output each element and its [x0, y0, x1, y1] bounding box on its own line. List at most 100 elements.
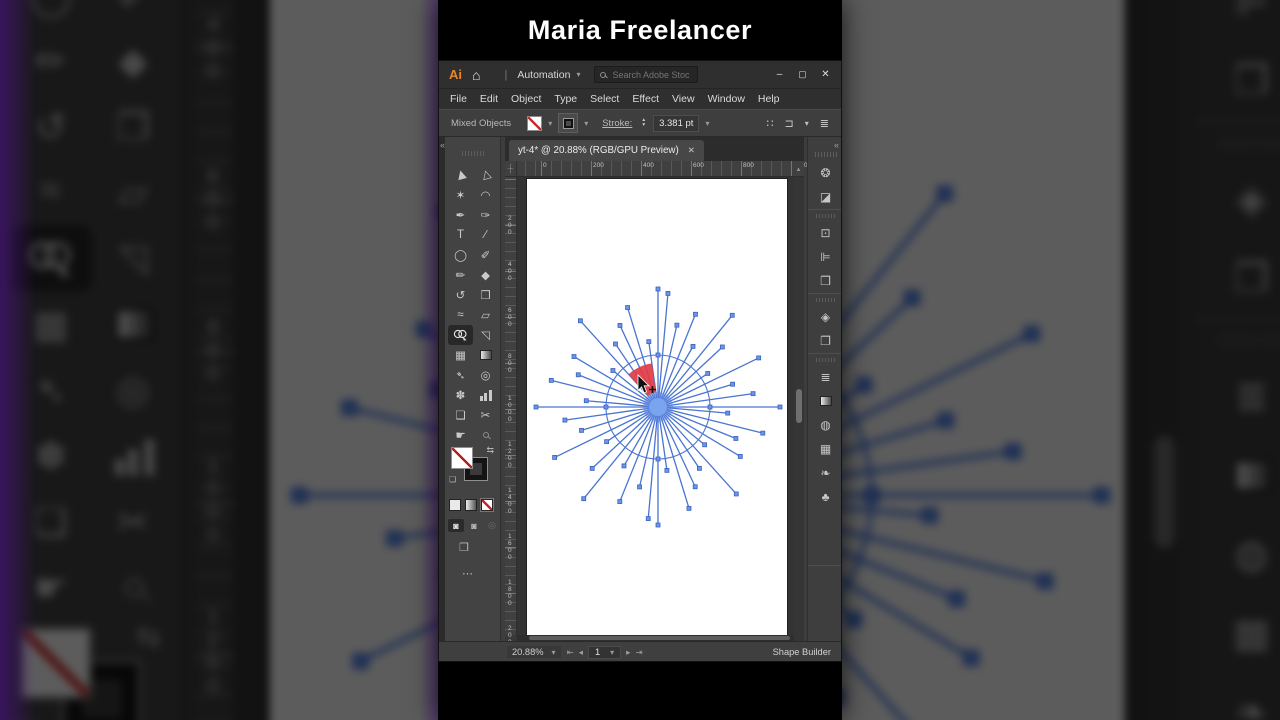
anchor-point[interactable] — [386, 530, 403, 547]
isolate-selection-icon[interactable]: ∷ — [767, 117, 774, 130]
paintbrush-tool[interactable]: ✐ — [92, 0, 174, 28]
menu-object[interactable]: Object — [511, 93, 541, 105]
color-guide-panel[interactable]: ◪ — [808, 185, 842, 209]
next-artboard-icon[interactable]: ▸ — [626, 647, 630, 658]
anchor-point[interactable] — [352, 653, 369, 670]
brushes-panel[interactable]: ❧ — [808, 461, 842, 485]
symbol-sprayer-tool[interactable]: ✽ — [448, 385, 473, 405]
anchor-point[interactable] — [725, 410, 731, 416]
ruler-origin-corner[interactable]: ┼ — [505, 161, 517, 177]
anchor-point[interactable] — [613, 341, 618, 347]
artboards-panel[interactable]: ❐ — [1192, 239, 1280, 318]
swap-fill-stroke-icon[interactable]: ⇆ — [486, 445, 494, 456]
anchor-point[interactable] — [571, 354, 577, 359]
pen-tool[interactable]: ✒ — [448, 205, 473, 225]
anchor-point[interactable] — [674, 322, 680, 328]
radial-burst-artwork[interactable] — [527, 179, 787, 635]
selection-tool[interactable]: ▶ — [448, 165, 473, 185]
stroke-value-chevron-icon[interactable]: ▾ — [705, 119, 709, 128]
stroke-panel[interactable]: ≣ — [1192, 357, 1280, 436]
artboards-panel[interactable]: ❐ — [808, 329, 842, 353]
anchor-point[interactable] — [856, 377, 873, 393]
transparency-panel[interactable]: ◍ — [1192, 515, 1280, 594]
anchor-point[interactable] — [936, 185, 953, 202]
width-tool[interactable]: ≈ — [10, 160, 92, 226]
perspective-grid-tool[interactable]: ◹ — [473, 325, 498, 345]
symbol-sprayer-tool[interactable]: ✽ — [10, 423, 92, 489]
anchor-point[interactable] — [621, 463, 627, 469]
anchor-point[interactable] — [416, 321, 433, 338]
anchor-point[interactable] — [291, 487, 308, 504]
pathfinder-panel[interactable]: ❒ — [808, 269, 842, 293]
shape-builder-tool[interactable] — [9, 225, 92, 292]
anchor-point[interactable] — [777, 404, 783, 410]
anchor-point[interactable] — [617, 499, 623, 504]
anchor-point[interactable] — [730, 381, 735, 387]
slice-tool[interactable]: ✂ — [92, 489, 174, 555]
step-down-icon[interactable]: ▾ — [642, 122, 645, 128]
hand-tool[interactable]: ☛ — [448, 425, 473, 445]
layers-panel[interactable]: ◈ — [1192, 160, 1280, 239]
anchor-point[interactable] — [948, 590, 965, 607]
zoom-tool[interactable] — [92, 555, 174, 621]
type-tool[interactable]: T — [448, 225, 473, 245]
anchor-point[interactable] — [690, 343, 696, 349]
anchor-point[interactable] — [1023, 325, 1040, 342]
mesh-tool[interactable]: ▦ — [10, 291, 92, 357]
dock-grip-handle[interactable] — [814, 152, 837, 157]
stroke-stepper[interactable]: ▴ ▾ — [642, 117, 645, 128]
anchor-point[interactable] — [1037, 573, 1054, 590]
minimize-button[interactable]: – — [770, 67, 789, 83]
anchor-point[interactable] — [904, 289, 921, 306]
shaper-tool[interactable]: ✏ — [448, 265, 473, 285]
control-panel-menu-icon[interactable]: ≣ — [820, 117, 829, 130]
blend-tool[interactable]: ◎ — [92, 357, 174, 423]
stroke-chevron-icon[interactable]: ▾ — [584, 119, 588, 128]
last-artboard-icon[interactable]: ⇥ — [635, 647, 642, 658]
scale-tool[interactable]: ❐ — [92, 94, 174, 160]
column-graph-tool[interactable] — [473, 385, 498, 405]
anchor-point[interactable] — [664, 467, 670, 473]
menu-view[interactable]: View — [672, 93, 695, 105]
color-button[interactable] — [449, 499, 461, 511]
ellipse-tool[interactable]: ◯ — [448, 245, 473, 265]
anchor-point[interactable] — [625, 305, 630, 310]
menu-select[interactable]: Select — [590, 93, 619, 105]
anchor-point[interactable] — [637, 484, 642, 490]
menu-effect[interactable]: Effect — [632, 93, 659, 105]
draw-inside-icon[interactable]: ◎ — [484, 519, 500, 532]
rotate-tool[interactable]: ↺ — [448, 285, 473, 305]
swap-fill-stroke-icon[interactable]: ⇆ — [136, 620, 161, 656]
eyedropper-tool[interactable]: ➴ — [448, 365, 473, 385]
vscroll-thumb[interactable] — [1154, 436, 1175, 548]
eraser-tool[interactable]: ◆ — [92, 28, 174, 94]
menu-help[interactable]: Help — [758, 93, 780, 105]
anchor-point[interactable] — [846, 611, 862, 628]
artboard-number-field[interactable]: 1 ▾ — [587, 645, 622, 659]
magic-wand-tool[interactable]: ✶ — [448, 185, 473, 205]
stroke-weight-label[interactable]: Stroke: — [602, 118, 632, 129]
fill-swatch-none[interactable] — [451, 447, 473, 469]
anchor-point[interactable] — [589, 465, 595, 471]
stroke-panel[interactable]: ≣ — [808, 365, 842, 389]
anchor-point[interactable] — [575, 372, 581, 378]
anchor-point[interactable] — [341, 399, 358, 416]
anchor-point[interactable] — [1005, 443, 1022, 460]
direct-selection-tool[interactable]: ▷ — [473, 165, 498, 185]
paintbrush-tool[interactable]: ✐ — [473, 245, 498, 265]
default-swatches-icon[interactable]: ❏ — [449, 475, 456, 484]
vertical-scrollbar[interactable] — [1147, 0, 1181, 720]
align-panel[interactable]: ⊫ — [808, 245, 842, 269]
width-tool[interactable]: ≈ — [448, 305, 473, 325]
anchor-point[interactable] — [610, 368, 616, 373]
anchor-point[interactable] — [1093, 487, 1110, 504]
anchor-point[interactable] — [750, 391, 756, 397]
anchor-point[interactable] — [604, 439, 609, 445]
zoom-level-control[interactable]: 20.88% ▾ — [507, 646, 561, 658]
line-segment-tool[interactable]: ∕ — [473, 225, 498, 245]
stroke-color-swatch[interactable] — [558, 113, 579, 133]
zoom-tool[interactable] — [473, 425, 498, 445]
anchor-point[interactable] — [693, 311, 698, 317]
perspective-grid-tool[interactable]: ◹ — [92, 226, 174, 292]
gradient-panel[interactable] — [808, 389, 842, 413]
